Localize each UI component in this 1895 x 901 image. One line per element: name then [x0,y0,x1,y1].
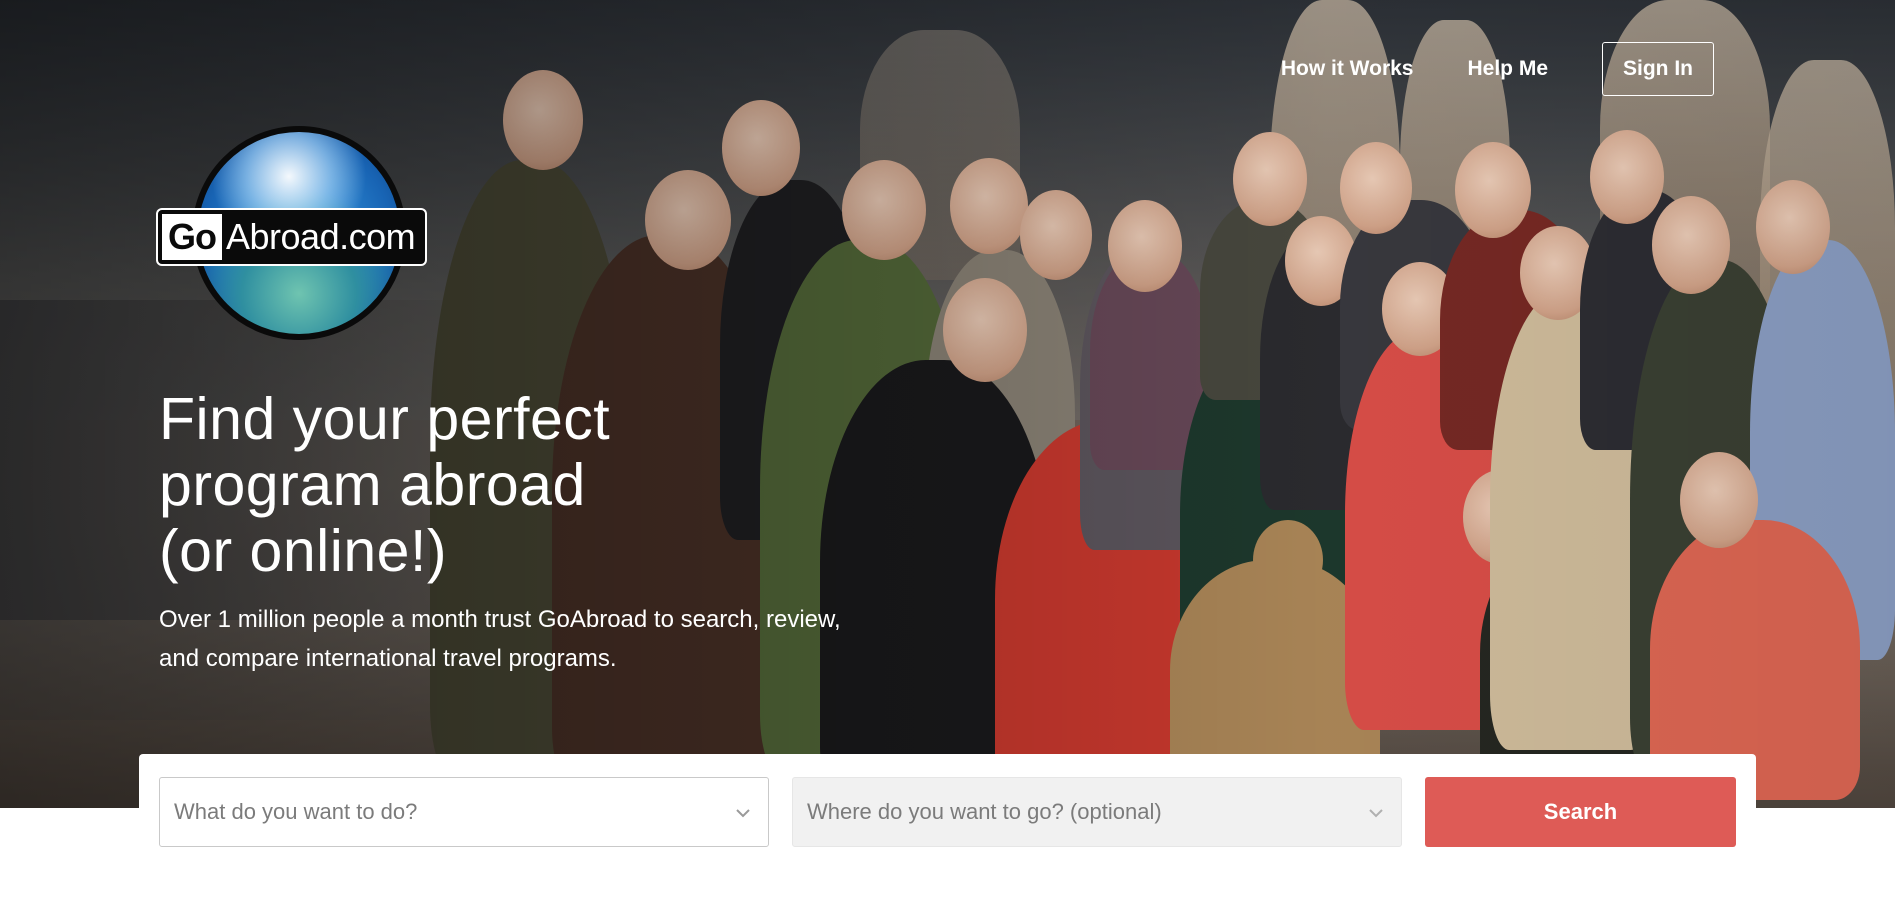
hero-headline-line-2: program abroad [159,452,586,518]
nav-help-me-link[interactable]: Help Me [1467,57,1548,81]
program-search-panel: What do you want to do? Where do you wan… [139,754,1756,901]
logo-wordmark: Go Abroad.com [158,210,426,264]
where-to-go-select[interactable]: Where do you want to go? (optional) [792,777,1402,847]
top-navigation: How it Works Help Me Sign In [1227,42,1714,96]
hero-headline-line-1: Find your perfect [159,386,611,452]
logo-text-abroad: Abroad.com [222,214,422,260]
where-to-go-placeholder: Where do you want to go? (optional) [807,799,1162,824]
hero-subheadline-line-2: and compare international travel program… [159,645,617,672]
what-to-do-placeholder: What do you want to do? [174,799,418,824]
sign-in-button[interactable]: Sign In [1602,42,1714,96]
landing-page: How it Works Help Me Sign In Go Abroad.c… [0,0,1895,901]
hero-subheadline: Over 1 million people a month trust GoAb… [159,600,979,678]
chevron-down-icon [736,809,750,818]
goabroad-logo[interactable]: Go Abroad.com [158,124,448,346]
logo-text-go: Go [162,214,222,260]
hero-headline: Find your perfect program abroad (or onl… [159,386,799,584]
hero-subheadline-line-1: Over 1 million people a month trust GoAb… [159,606,841,633]
hero-headline-line-3: (or online!) [159,518,448,584]
chevron-down-icon [1369,809,1383,818]
what-to-do-select[interactable]: What do you want to do? [159,777,769,847]
nav-how-it-works-link[interactable]: How it Works [1281,57,1414,81]
search-button[interactable]: Search [1425,777,1736,847]
